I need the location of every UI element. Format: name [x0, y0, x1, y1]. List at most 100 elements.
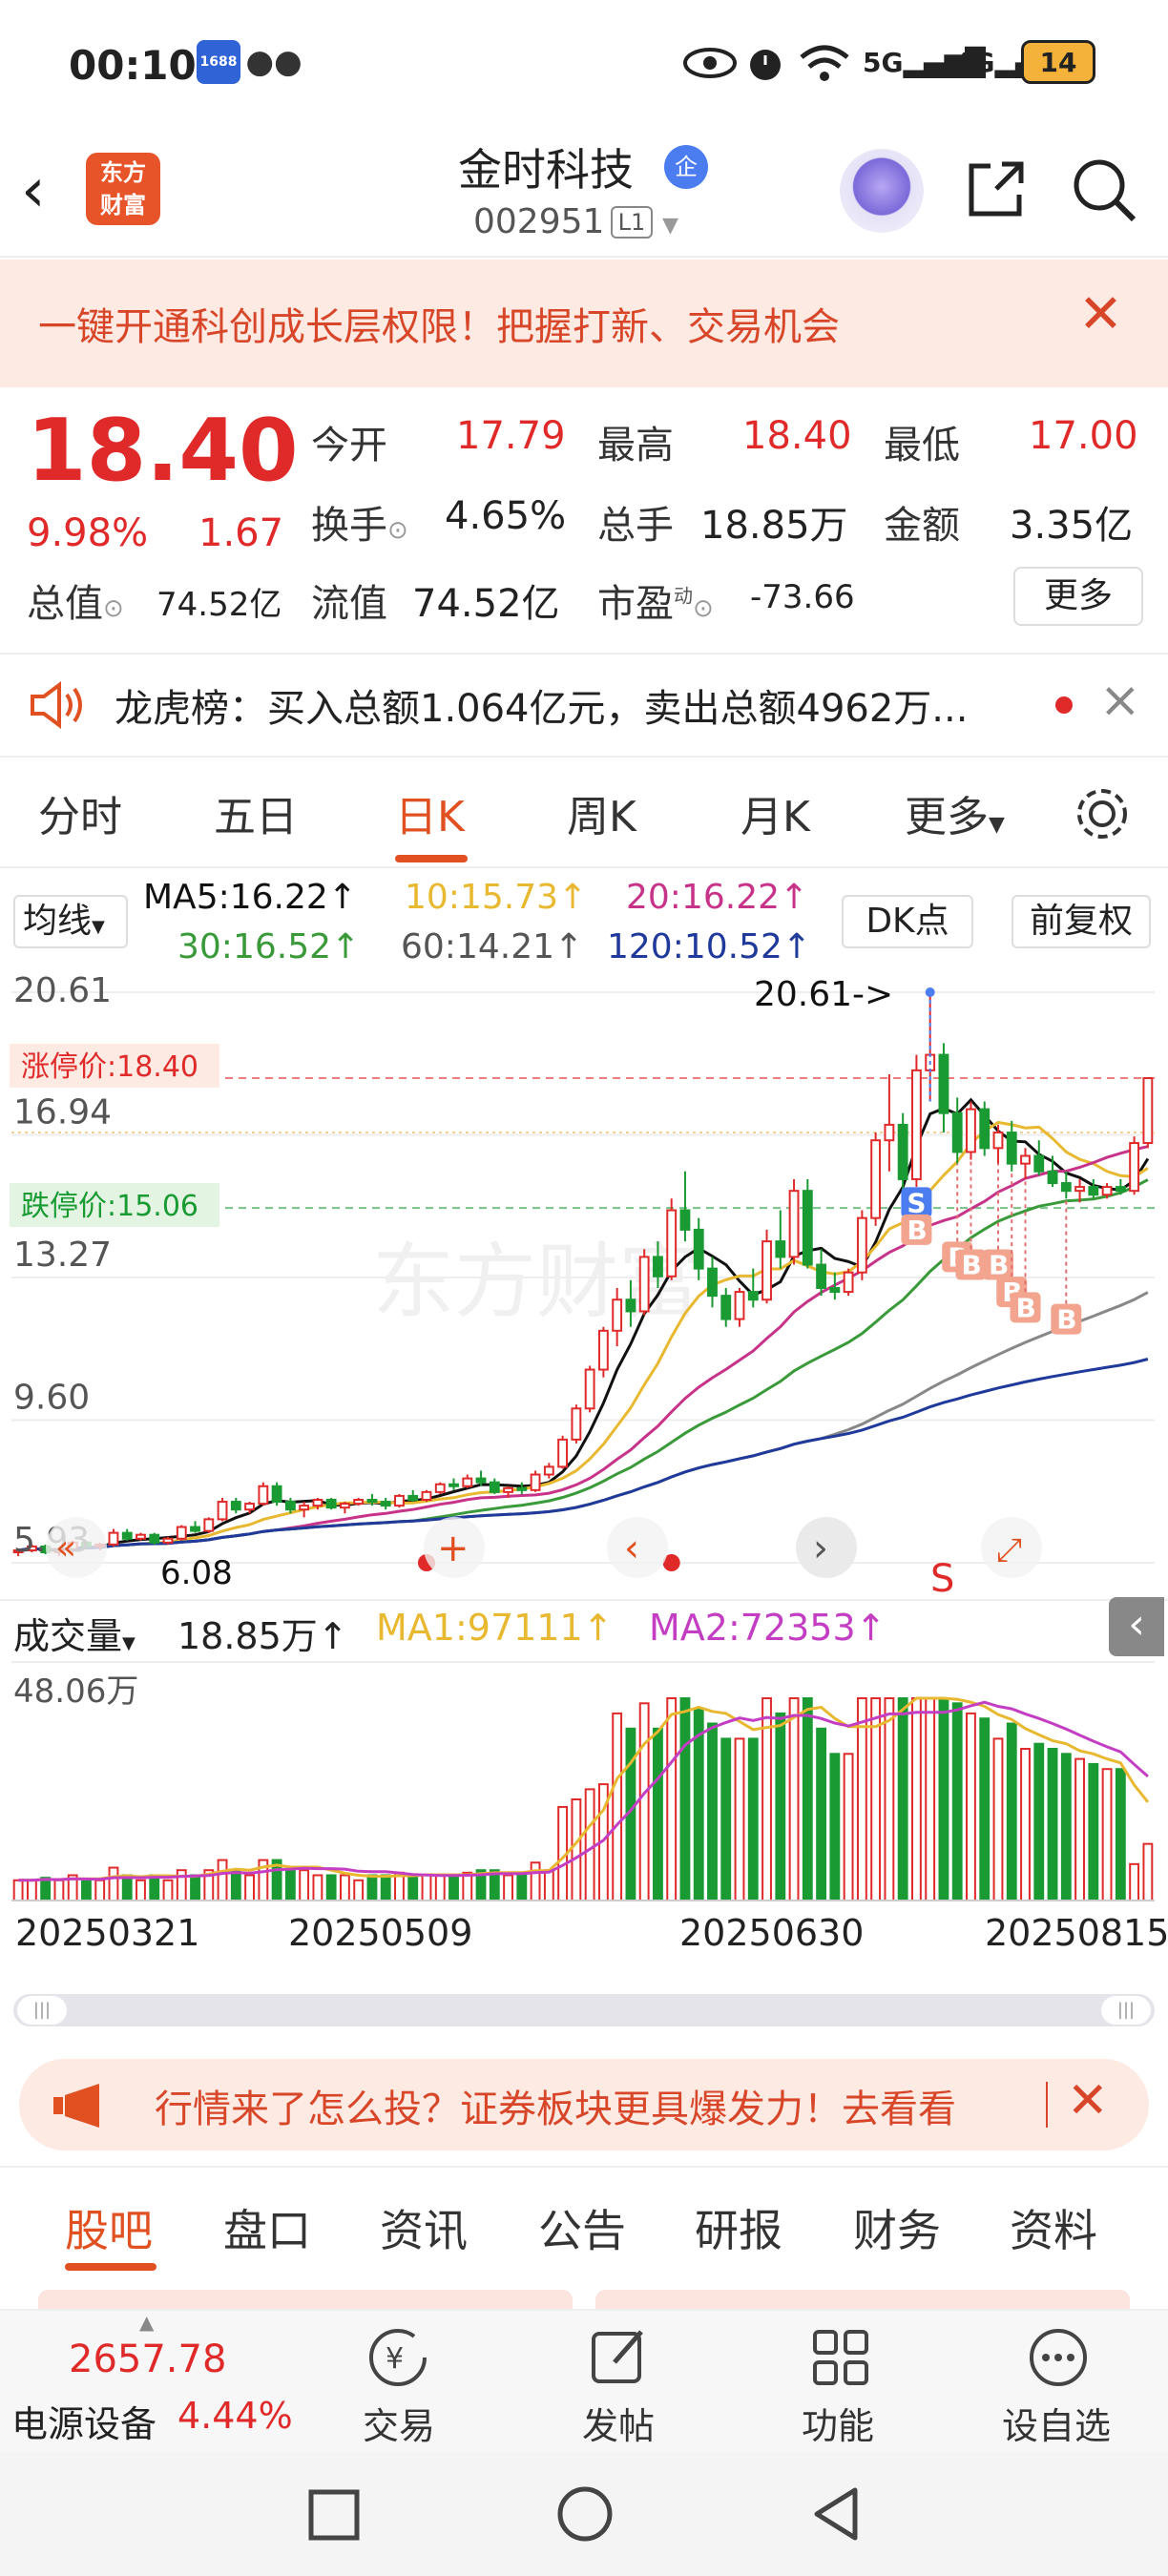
search-icon[interactable] — [1071, 156, 1137, 223]
kline-chart[interactable]: 东方财富 SBBBBBBBS 20.6116.9413.279.605.93 涨… — [0, 971, 1168, 1597]
tab-profile[interactable]: 资料 — [1010, 2196, 1097, 2259]
buy-marker[interactable]: B — [955, 1249, 987, 1281]
candle — [761, 1229, 772, 1304]
volume-bar — [12, 1879, 24, 1902]
add-watchlist-label[interactable]: 设自选 — [1002, 2397, 1111, 2449]
candle — [203, 1517, 215, 1533]
ma-selector-label: 均线 — [23, 902, 93, 941]
crosshair-icon: + — [437, 1527, 469, 1570]
price-adjust-button[interactable]: 前复权 — [1012, 895, 1151, 948]
buy-marker[interactable]: B — [901, 1215, 932, 1246]
candle — [190, 1521, 200, 1533]
volume-bar — [462, 1871, 473, 1902]
rewind-button[interactable]: « — [46, 1517, 107, 1578]
more-button[interactable]: 更多 — [1013, 567, 1143, 626]
close-icon[interactable]: ✕ — [1078, 286, 1123, 343]
chart-range-scroller[interactable]: ||| ||| — [13, 1994, 1155, 2026]
tab-finance[interactable]: 财务 — [853, 2196, 941, 2259]
buy-marker[interactable]: B — [1051, 1303, 1082, 1336]
buy-marker[interactable]: B — [1010, 1292, 1041, 1323]
tab-five-day[interactable]: 五日 — [214, 782, 298, 843]
grid-apps-icon[interactable] — [807, 2324, 874, 2391]
candle — [299, 1502, 310, 1518]
previous-button[interactable]: ‹ — [607, 1517, 668, 1578]
last-price: 18.40 — [27, 401, 299, 501]
promo-banner-text[interactable]: 一键开通科创成长层权限！把握打新、交易机会 — [38, 296, 840, 351]
volume-bar — [1047, 1748, 1058, 1901]
edit-icon[interactable] — [586, 2324, 653, 2391]
date-label: 20250321 — [15, 1912, 200, 1954]
dragon-tiger-text[interactable]: 龙虎榜：买入总额1.064亿元，卖出总额4962万... — [115, 677, 968, 733]
chevron-down-icon[interactable]: ▼ — [662, 214, 678, 238]
sector-change[interactable]: 4.44% — [177, 2395, 293, 2437]
eastmoney-logo[interactable]: 东方 财富 — [86, 153, 160, 225]
back-triangle-icon[interactable] — [807, 2484, 865, 2544]
price-axis-label: 13.27 — [13, 1236, 112, 1275]
tab-more[interactable]: 更多▼ — [905, 782, 1005, 843]
dk-point-button[interactable]: DK点 — [842, 895, 973, 948]
tab-news[interactable]: 资讯 — [380, 2196, 468, 2259]
volume-bar — [190, 1874, 200, 1901]
more-circle-icon[interactable] — [1025, 2324, 1092, 2391]
volume-ma-lines — [18, 1696, 1150, 1882]
sector-name[interactable]: 电源设备 — [11, 2395, 156, 2447]
volume-bar — [856, 1697, 867, 1901]
ma-selector[interactable]: 均线▼ — [13, 895, 128, 948]
candle — [217, 1497, 228, 1522]
fullscreen-button[interactable]: ⤢ — [981, 1517, 1042, 1578]
crosshair-button[interactable]: + — [424, 1517, 485, 1578]
high-marker: 20.61-> — [754, 975, 893, 1014]
scroller-left-handle[interactable]: ||| — [17, 1996, 67, 2025]
candle — [1060, 1171, 1072, 1199]
home-icon[interactable] — [555, 2484, 615, 2544]
candle — [979, 1101, 991, 1156]
tab-research[interactable]: 研报 — [695, 2196, 782, 2259]
trade-icon[interactable]: ¥ — [365, 2324, 431, 2391]
volume-selector[interactable]: 成交量▼ — [13, 1607, 136, 1659]
market-cap-label[interactable]: 总值⊙ — [27, 572, 124, 628]
volume-bar — [312, 1874, 323, 1901]
pe-label[interactable]: 市盈动⊙ — [597, 572, 714, 628]
volume-bar — [1020, 1748, 1031, 1901]
tab-monthly-k[interactable]: 月K — [740, 782, 810, 843]
close-icon[interactable]: ✕ — [1067, 2072, 1109, 2129]
tab-announcements[interactable]: 公告 — [538, 2196, 626, 2259]
scroller-right-handle[interactable]: ||| — [1101, 1996, 1151, 2025]
volume-bar — [951, 1702, 963, 1901]
tab-weekly-k[interactable]: 周K — [567, 782, 636, 843]
info-icon[interactable]: ⊙ — [387, 516, 408, 545]
volume-bar — [339, 1874, 350, 1901]
level-badge[interactable]: L1 — [611, 206, 653, 239]
trade-label[interactable]: 交易 — [363, 2397, 435, 2449]
market-cap-value: 74.52亿 — [156, 586, 282, 624]
info-icon[interactable]: ⊙ — [103, 594, 124, 623]
sector-index-value[interactable]: 2657.78 — [69, 2337, 226, 2381]
volume-selector-label: 成交量 — [13, 1615, 123, 1657]
volume-bar — [925, 1697, 936, 1901]
recent-apps-icon[interactable] — [307, 2488, 361, 2542]
next-button[interactable]: › — [796, 1517, 857, 1578]
low-value: 17.00 — [1029, 414, 1138, 458]
volume-bar — [638, 1702, 650, 1901]
turnover-label[interactable]: 换手⊙ — [311, 494, 408, 550]
candle — [339, 1502, 350, 1514]
low-label: 最低 — [884, 424, 960, 467]
tab-pankou[interactable]: 盘口 — [223, 2196, 311, 2259]
share-icon[interactable] — [962, 156, 1029, 223]
gear-icon[interactable] — [1073, 784, 1132, 843]
tab-intraday[interactable]: 分时 — [38, 782, 122, 843]
info-icon[interactable]: ⊙ — [693, 594, 714, 623]
close-icon[interactable]: × — [1099, 672, 1141, 729]
tab-daily-k[interactable]: 日K — [395, 782, 465, 843]
ai-assistant-icon[interactable] — [840, 149, 924, 233]
ad-text[interactable]: 行情来了怎么投？证券板块更具爆发力！去看看 — [155, 2078, 956, 2133]
collapse-panel-button[interactable]: ‹ — [1109, 1597, 1164, 1656]
date-label: 20250815 — [985, 1912, 1168, 1954]
post-label[interactable]: 发帖 — [582, 2397, 655, 2449]
tab-guba[interactable]: 股吧 — [65, 2196, 153, 2259]
float-cap-label: 流值 — [311, 582, 387, 626]
features-label[interactable]: 功能 — [802, 2397, 874, 2449]
volume-chart[interactable]: 48.06万 — [0, 1660, 1168, 1946]
back-arrow-icon[interactable]: ‹ — [21, 153, 78, 229]
candle — [516, 1482, 528, 1494]
